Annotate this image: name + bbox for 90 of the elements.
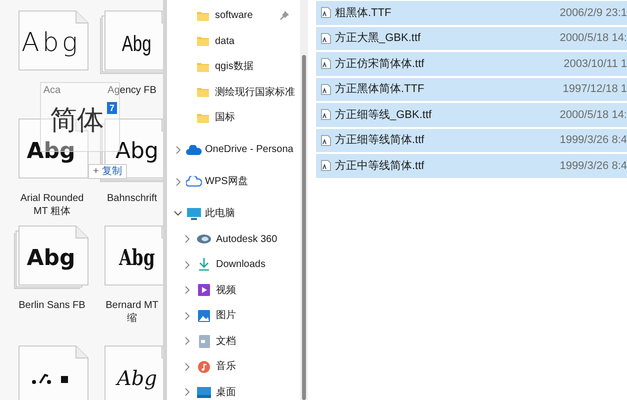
music-note-icon — [196, 360, 212, 373]
file-date: 1999/3/26 8:4 — [560, 133, 627, 148]
download-icon — [196, 258, 212, 272]
folder-icon — [195, 62, 211, 72]
font-name-label: Berlin Sans FB — [18, 299, 86, 312]
nav-item-label[interactable]: 文档 — [216, 334, 236, 349]
font-file-icon — [321, 84, 331, 95]
cloud-icon — [186, 144, 202, 155]
chevron-right-icon[interactable] — [182, 286, 192, 294]
font-name-label: Bahnschrift — [106, 192, 158, 205]
drag-preview-text: 简体 — [50, 106, 104, 136]
folder-icon — [195, 10, 211, 21]
nav-item-label[interactable]: Autodesk 360 — [216, 232, 278, 247]
nav-item-label[interactable]: data — [215, 34, 234, 49]
chevron-right-icon[interactable] — [182, 337, 192, 346]
picture-icon — [196, 310, 212, 322]
font-file-icon — [321, 134, 331, 146]
chevron-right-icon[interactable] — [173, 146, 183, 154]
font-file-tile[interactable] — [100, 10, 163, 74]
monitor-icon — [186, 208, 202, 220]
file-name: 方正细等线_GBK.ttf — [335, 108, 432, 122]
font-name-label: Aca — [42, 84, 62, 97]
chevron-right-icon[interactable] — [182, 235, 192, 244]
file-row[interactable]: 方正中等线简体.ttf 1999/3/26 8:4 — [316, 154, 627, 178]
eye-icon — [196, 234, 212, 244]
file-date: 2003/10/11 1 — [564, 56, 627, 72]
nav-item-label[interactable]: software — [215, 8, 253, 24]
font-preview-text: Abg — [119, 244, 155, 272]
file-date: 2000/5/18 14: — [560, 31, 627, 46]
chevron-right-icon[interactable] — [182, 312, 192, 320]
file-name: 方正大黑_GBK.ttf — [335, 30, 421, 46]
font-preview-text: Abg — [26, 244, 76, 272]
plus-symbol: + — [93, 166, 99, 176]
font-file-icon — [321, 109, 331, 120]
file-row[interactable]: 方正细等线简体.ttf 1999/3/26 8:4 — [316, 128, 627, 152]
nav-item-label[interactable]: OneDrive - Persona — [205, 142, 294, 158]
chevron-right-icon[interactable] — [182, 362, 192, 371]
action-label: 复制 — [102, 166, 122, 176]
nav-item-label[interactable]: 测绘现行国家标准 — [215, 84, 295, 100]
font-name-label: Arial Rounded MT 粗体 — [19, 192, 85, 218]
font-preview-text: Abg — [26, 138, 76, 166]
chevron-right-icon[interactable] — [173, 178, 183, 186]
file-row[interactable]: 方正仿宋简体体.ttf 2003/10/11 1 — [316, 52, 627, 76]
file-date: 2006/2/9 23:1 — [560, 6, 627, 20]
file-row[interactable]: 粗黑体.TTF 2006/2/9 23:1 — [316, 1, 627, 24]
file-name: 方正中等线简体.ttf — [335, 158, 424, 174]
video-icon — [196, 284, 212, 296]
file-name: 粗黑体.TTF — [335, 6, 392, 20]
scrollbar-thumb[interactable] — [302, 55, 306, 400]
font-preview-text: Abg — [122, 30, 152, 58]
chevron-down-icon[interactable] — [173, 211, 183, 216]
nav-item-label[interactable]: 此电脑 — [205, 206, 235, 222]
font-preview-text: Abg — [22, 26, 80, 60]
folder-icon — [195, 87, 211, 98]
font-name-label: Agency FB — [106, 84, 158, 97]
font-file-icon — [321, 160, 331, 172]
pin-icon[interactable] — [280, 11, 289, 20]
nav-item-label[interactable]: 图片 — [216, 308, 236, 324]
file-name: 方正细等线简体.ttf — [335, 132, 424, 148]
file-row[interactable]: 方正大黑_GBK.ttf 2000/5/18 14: — [316, 26, 627, 50]
font-file-icon — [321, 7, 331, 18]
nav-item-label[interactable]: WPS网盘 — [205, 174, 248, 190]
nav-item-label[interactable]: 音乐 — [216, 359, 236, 374]
nav-item-label[interactable]: qgis数据 — [215, 59, 254, 74]
file-row[interactable]: 方正黑体简体.TTF 1997/12/18 1 — [316, 78, 627, 101]
cloud-icon — [186, 176, 202, 188]
nav-item-label[interactable]: 国标 — [215, 110, 235, 126]
file-date: 2000/5/18 14: — [560, 108, 627, 122]
chevron-right-icon[interactable] — [182, 388, 192, 396]
font-file-icon — [321, 32, 331, 44]
desktop-icon — [196, 386, 212, 398]
folder-icon — [195, 36, 211, 46]
chevron-right-icon[interactable] — [182, 260, 192, 269]
font-preview-text: Abg — [116, 365, 158, 392]
document-icon — [196, 334, 212, 348]
symbol-glyphs-icon — [31, 371, 71, 385]
font-file-tile[interactable] — [14, 225, 90, 289]
folder-icon — [195, 112, 211, 123]
file-name: 方正黑体简体.TTF — [335, 82, 424, 97]
file-date: 1997/12/18 1 — [562, 82, 627, 97]
file-name: 方正仿宋简体体.ttf — [335, 56, 424, 72]
file-row[interactable]: 方正细等线_GBK.ttf 2000/5/18 14: — [316, 103, 627, 126]
nav-item-label[interactable]: Downloads — [216, 257, 266, 272]
nav-item-label[interactable]: 桌面 — [216, 384, 236, 400]
nav-item-label[interactable]: 视频 — [216, 282, 236, 298]
count-badge: 7 — [107, 102, 117, 114]
font-name-label: Bernard MT 缩 — [104, 299, 160, 325]
font-file-icon — [321, 58, 331, 70]
font-preview-text: Abg — [116, 138, 158, 166]
file-date: 1999/3/26 8:4 — [560, 158, 627, 174]
